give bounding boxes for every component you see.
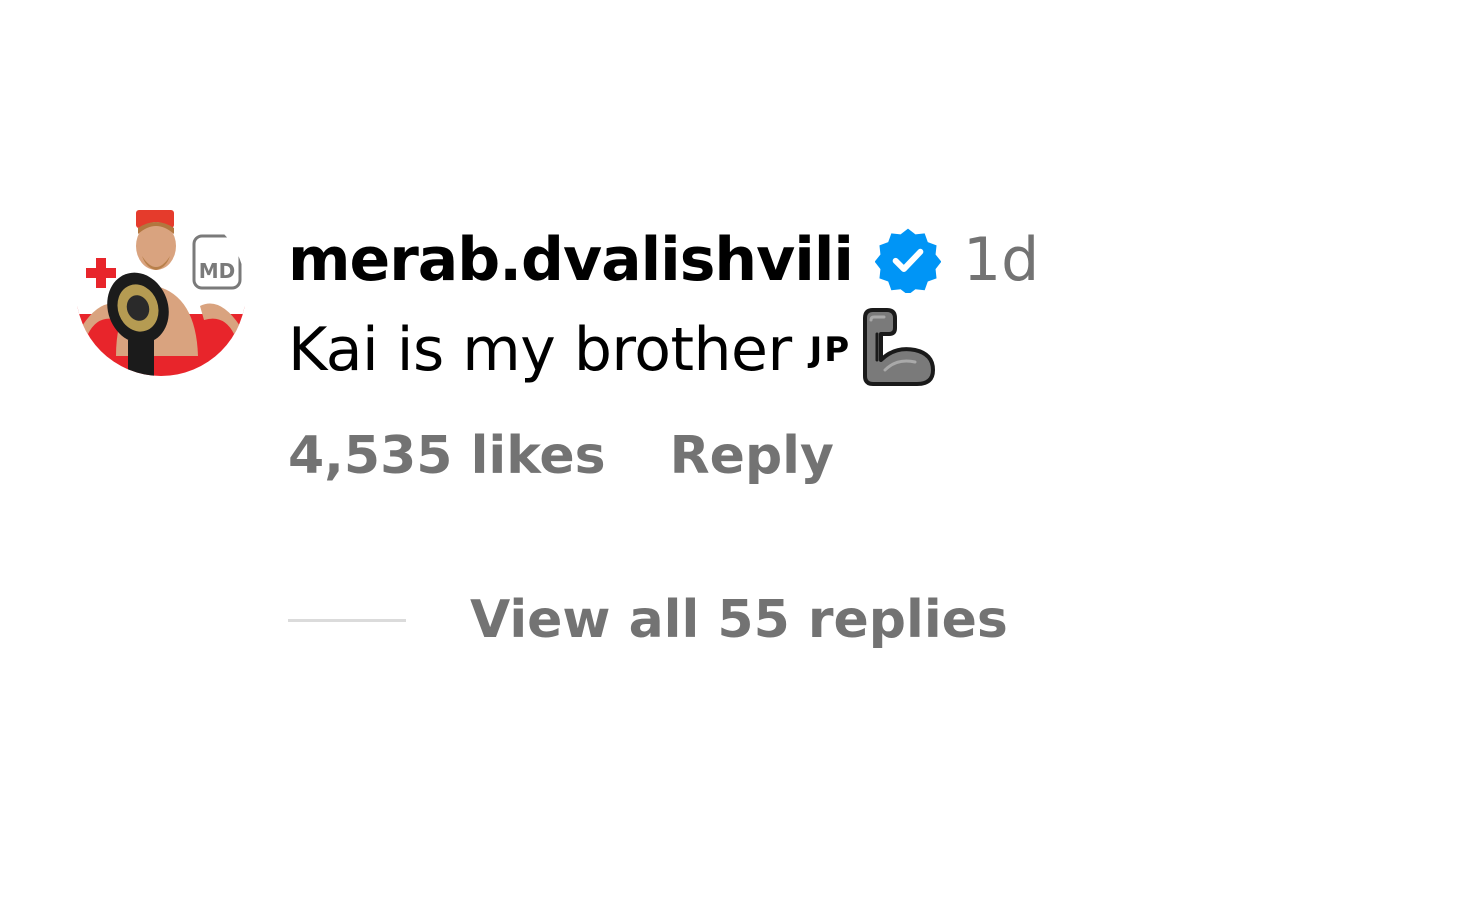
flexed-biceps-icon xyxy=(855,306,943,394)
comment-body: merab.dvalishvili 1d Kai is my brother J… xyxy=(288,220,1168,650)
comment-header: merab.dvalishvili 1d xyxy=(288,220,1168,300)
reply-button[interactable]: Reply xyxy=(670,426,834,486)
svg-text:MD: MD xyxy=(199,259,236,283)
username-link[interactable]: merab.dvalishvili xyxy=(288,225,854,295)
comment-text-body: Kai is my brother xyxy=(288,315,792,385)
comment-text-suffix: JP xyxy=(809,330,852,370)
comment-time[interactable]: 1d xyxy=(963,225,1039,295)
comment-text: Kai is my brother JP xyxy=(288,308,1168,392)
replies-divider xyxy=(288,618,406,622)
comment-actions: 4,535 likes Reply xyxy=(288,426,1168,486)
view-replies-row: View all 55 replies xyxy=(288,590,1168,650)
likes-count-button[interactable]: 4,535 likes xyxy=(288,426,606,486)
avatar[interactable]: MD xyxy=(76,206,246,376)
view-replies-button[interactable]: View all 55 replies xyxy=(470,590,1008,650)
verified-badge-icon xyxy=(874,227,942,295)
